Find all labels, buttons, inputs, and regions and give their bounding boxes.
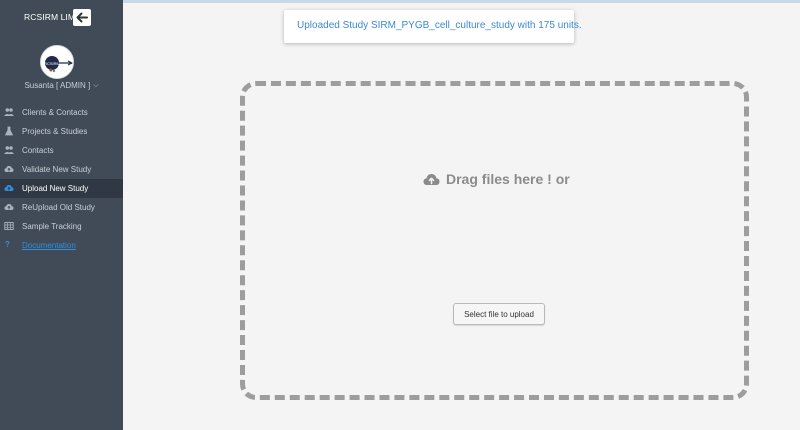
toast-message: Uploaded Study SIRM_PYGB_cell_culture_st… <box>297 20 582 31</box>
arrow-left-icon <box>76 12 88 23</box>
cloud-upload-icon <box>4 166 14 172</box>
sidebar-item-projects-studies[interactable]: Projects & Studies <box>0 122 123 141</box>
cloud-upload-icon <box>4 204 14 210</box>
collapse-sidebar-button[interactable] <box>73 9 91 26</box>
sidebar-item-label: Contacts <box>22 146 54 155</box>
sidebar-header: RCSIRM LIMS <box>0 9 123 27</box>
sidebar-item-sample-tracking[interactable]: Sample Tracking <box>0 217 123 236</box>
question-icon: ? <box>5 240 10 249</box>
sidebar-item-upload-new-study[interactable]: Upload New Study <box>0 179 123 198</box>
users-icon <box>4 146 14 154</box>
documentation-link[interactable]: Documentation <box>22 241 76 250</box>
sidebar-item-label: ReUpload Old Study <box>22 203 95 212</box>
sidebar-item-label: Clients & Contacts <box>22 108 88 117</box>
cloud-upload-icon <box>423 174 440 185</box>
table-icon <box>4 222 14 230</box>
dropzone-prompt: Drag files here ! or <box>423 171 570 187</box>
cloud-upload-icon <box>4 185 14 191</box>
user-name: Susanta [ ADMIN ] <box>24 81 91 90</box>
select-file-button[interactable]: Select file to upload <box>453 303 545 325</box>
sidebar-item-label: Upload New Study <box>22 184 89 193</box>
user-menu[interactable]: Susanta [ ADMIN ] ⌵ <box>0 81 123 90</box>
chevron-down-icon: ⌵ <box>93 81 99 89</box>
sidebar-item-label: Validate New Study <box>22 165 92 174</box>
sidebar-item-label: Projects & Studies <box>22 127 88 136</box>
dropzone-prompt-text: Drag files here ! or <box>446 171 570 187</box>
sidebar-item-reupload-old-study[interactable]: ReUpload Old Study <box>0 198 123 217</box>
sidebar-item-validate-new-study[interactable]: Validate New Study <box>0 160 123 179</box>
sidebar-nav: Clients & Contacts Projects & Studies Co… <box>0 103 123 255</box>
file-dropzone[interactable]: Drag files here ! or Select file to uplo… <box>240 81 749 400</box>
sidebar-item-clients-contacts[interactable]: Clients & Contacts <box>0 103 123 122</box>
svg-text:RCSIRM: RCSIRM <box>44 61 60 66</box>
sidebar-item-label: Sample Tracking <box>22 222 82 231</box>
sidebar: RCSIRM LIMS RCSIRM Susanta [ ADMIN ] ⌵ Cl… <box>0 0 123 430</box>
users-icon <box>4 108 14 116</box>
organization-logo: RCSIRM <box>40 45 74 79</box>
upload-success-toast: Uploaded Study SIRM_PYGB_cell_culture_st… <box>284 10 582 43</box>
sidebar-item-documentation[interactable]: ? Documentation <box>0 236 123 255</box>
sidebar-item-contacts[interactable]: Contacts <box>0 141 123 160</box>
flask-icon <box>4 126 14 136</box>
